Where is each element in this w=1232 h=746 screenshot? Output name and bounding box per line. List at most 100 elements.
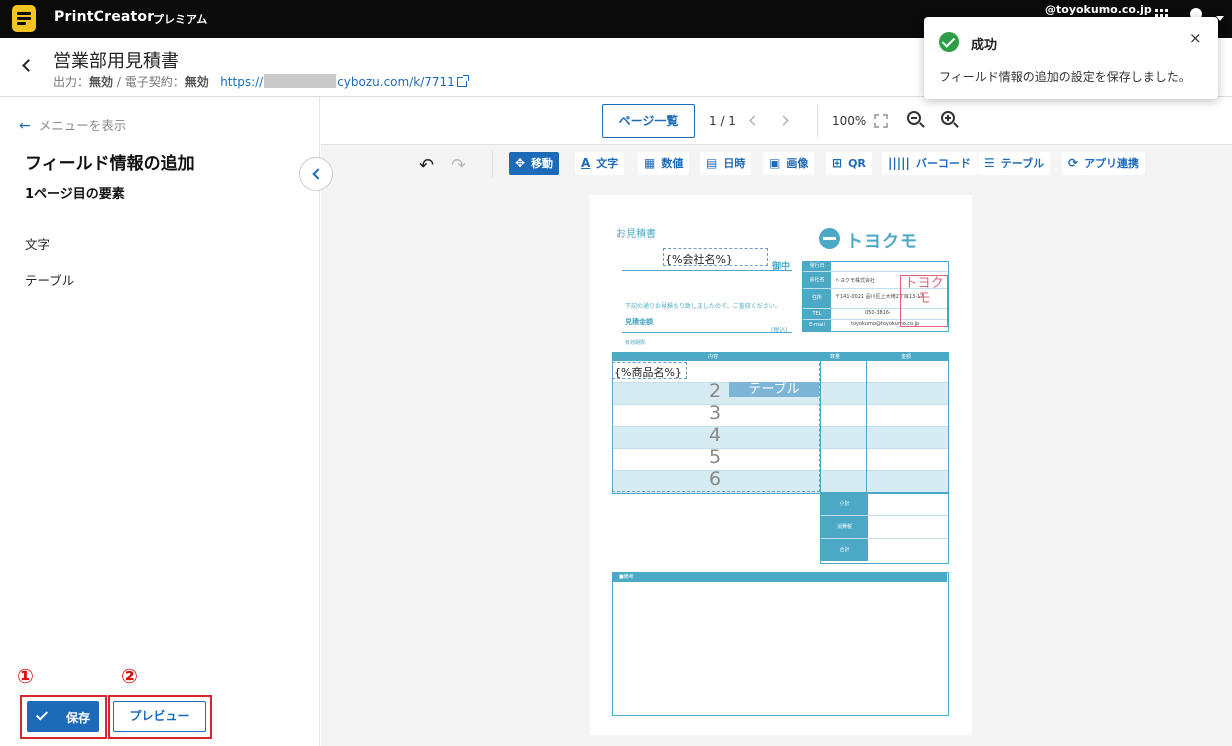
element-item-table[interactable]: テーブル [25, 270, 74, 289]
preview-button[interactable]: プレビュー [113, 701, 206, 732]
tool-app-link[interactable]: ⟳ アプリ連携 [1062, 152, 1146, 175]
link-end: cybozu.com/k/7711 [337, 75, 455, 89]
image-icon: ▣ [769, 156, 781, 170]
table-row: 小計 [821, 493, 948, 516]
success-check-icon [939, 32, 959, 52]
tool-datetime[interactable]: ▤ 日時 [700, 152, 752, 175]
zoom-in-icon[interactable] [941, 111, 955, 125]
number-icon: ▦ [644, 156, 656, 170]
tool-qr[interactable]: ⊞ QR [826, 152, 872, 175]
qr-icon: ⊞ [832, 156, 843, 170]
text-icon: A [581, 156, 591, 170]
output-status: 無効 [89, 75, 114, 89]
logo-text: トヨクモ [846, 232, 918, 252]
show-menu-label: メニューを表示 [38, 118, 127, 133]
info-key: TEL [803, 309, 831, 319]
zoom-out-icon[interactable] [907, 111, 921, 125]
preview-highlight-box: プレビュー [108, 695, 212, 739]
document-page: お見積書 トヨクモ {%会社名%} 御中 下記の通りお見積もり致しましたので、ご… [590, 195, 972, 735]
panel-title: フィールド情報の追加 [25, 154, 195, 174]
column-divider [820, 361, 821, 494]
product-name-field[interactable]: {%商品名%} [612, 362, 687, 379]
table-row: 発行日 [803, 262, 948, 272]
editor-workspace: ページ一覧 1 / 1 100% ↶ ↷ ✥ 移動 A 文字 ▦ 数値 ▤ 日時 ▣ 画像… [321, 97, 1232, 746]
back-button[interactable] [18, 56, 38, 76]
move-icon: ✥ [515, 156, 526, 170]
tool-label: アプリ連携 [1084, 157, 1140, 170]
page-list-button[interactable]: ページ一覧 [602, 104, 695, 138]
tool-label: テーブル [1000, 157, 1045, 170]
info-value: 050-3816- [865, 310, 891, 316]
toyokumo-logo-icon [819, 228, 840, 249]
plan-label: プレミアム [153, 13, 208, 26]
fit-screen-icon[interactable] [874, 114, 888, 128]
summary-label: 小計 [821, 493, 868, 515]
arrow-left-icon: ← [19, 118, 31, 134]
field-panel: ← メニューを表示 フィールド情報の追加 1ページ目の要素 文字 テーブル [0, 97, 320, 746]
toolbar-divider [492, 151, 493, 177]
seal-text: トヨクモ [904, 276, 944, 306]
tool-text[interactable]: A 文字 [575, 152, 625, 175]
tool-label: QR [848, 157, 866, 170]
company-underline [622, 270, 792, 271]
info-key: 会社名 [803, 272, 831, 288]
brand-name: PrintCreator [54, 9, 155, 25]
success-toast: 成功 × フィールド情報の追加の設定を保存しました。 [924, 17, 1218, 99]
sync-icon: ⟳ [1068, 156, 1079, 170]
tool-number[interactable]: ▦ 数値 [638, 152, 690, 175]
info-key: E-mail [803, 320, 831, 331]
redo-icon[interactable]: ↷ [451, 155, 466, 176]
tool-label: 画像 [786, 157, 809, 170]
page-count: 1 / 1 [709, 114, 736, 128]
chevron-left-icon [22, 59, 35, 72]
amount-label: 見積金額 [625, 318, 653, 326]
column-header: 数量 [830, 354, 841, 360]
tool-table[interactable]: ☰ テーブル [978, 152, 1051, 175]
notes-header: ■備考 [613, 573, 947, 582]
next-page-icon[interactable] [778, 115, 789, 126]
element-toolbar: ↶ ↷ ✥ 移動 A 文字 ▦ 数値 ▤ 日時 ▣ 画像 ⊞ QR ||||| バーコード ☰… [415, 149, 1155, 179]
expiry-label: 有効期限: [625, 340, 647, 346]
table-icon: ☰ [984, 156, 995, 170]
document-meta: 出力：無効 / 電子契約：無効 https://cybozu.com/k/771… [53, 73, 469, 90]
save-highlight-box: 保存 [20, 695, 107, 739]
toast-message: フィールド情報の追加の設定を保存しました。 [939, 70, 1191, 84]
kintone-app-link[interactable]: https:// cybozu.com/k/7711 [220, 74, 469, 89]
divider [817, 105, 818, 137]
summary-table: 小計 消費税 合計 [820, 492, 949, 564]
zoom-level: 100% [832, 114, 867, 128]
tool-label: 移動 [531, 157, 554, 170]
annotation-mark-2: ② [121, 664, 138, 688]
table-row: 消費税 [821, 516, 948, 539]
link-start: https:// [220, 75, 264, 89]
tool-label: 文字 [596, 157, 619, 170]
page-bar: ページ一覧 1 / 1 100% [321, 97, 1232, 145]
undo-icon[interactable]: ↶ [419, 155, 434, 176]
summary-label: 消費税 [821, 516, 868, 538]
tool-move[interactable]: ✥ 移動 [509, 152, 560, 175]
close-icon[interactable]: × [1189, 29, 1202, 47]
tool-barcode[interactable]: ||||| バーコード [882, 152, 977, 175]
company-name-field[interactable]: {%会社名%} [663, 248, 768, 266]
tool-label: 数値 [661, 157, 684, 170]
notes-box: ■備考 [612, 572, 949, 716]
printcreator-logo-icon [12, 5, 36, 32]
contract-status: 無効 [184, 75, 209, 89]
show-menu-link[interactable]: ← メニューを表示 [19, 115, 126, 134]
account-domain: @toyokumo.co.jp [1045, 3, 1152, 16]
summary-label: 合計 [821, 539, 868, 561]
element-item-text[interactable]: 文字 [25, 234, 50, 253]
save-button[interactable]: 保存 [27, 701, 99, 732]
info-value: トヨクモ株式会社 [835, 278, 876, 284]
amount-underline [622, 332, 792, 333]
barcode-icon: ||||| [888, 156, 910, 170]
tool-label: 日時 [723, 157, 746, 170]
tool-image[interactable]: ▣ 画像 [763, 152, 815, 175]
calendar-icon: ▤ [706, 156, 718, 170]
meta-prefix: 出力： [53, 75, 90, 89]
collapse-panel-button[interactable] [299, 157, 333, 191]
previous-page-icon[interactable] [749, 115, 760, 126]
page-title: 営業部用見積書 [53, 51, 179, 72]
company-seal-stamp: トヨクモ [900, 275, 948, 327]
chevron-left-icon [312, 168, 324, 180]
